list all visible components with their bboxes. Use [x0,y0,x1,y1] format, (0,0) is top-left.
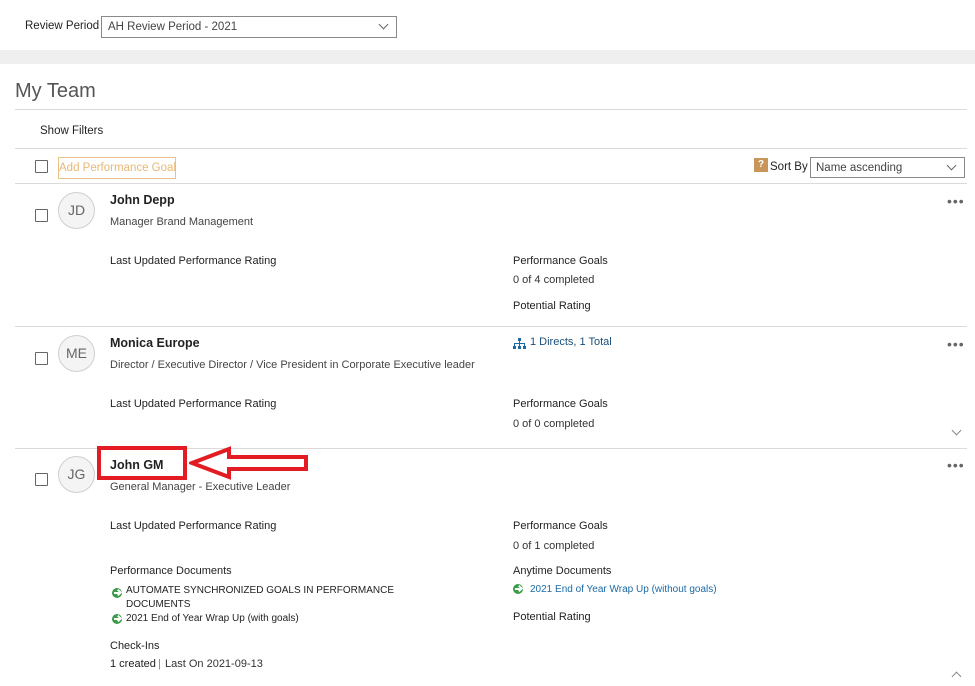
show-filters-link[interactable]: Show Filters [40,125,103,137]
review-period-label: Review Period [25,20,100,32]
performance-goals-value[interactable]: 0 of 4 completed [513,274,594,286]
performance-goals-value[interactable]: 0 of 1 completed [513,540,594,552]
sort-by-value: Name ascending [816,162,903,174]
last-rating-label: Last Updated Performance Rating [110,398,277,410]
org-chart-icon [513,338,526,349]
more-options-icon[interactable]: ••• [947,337,965,351]
avatar: JD [58,192,95,229]
performance-goals-label: Performance Goals [513,255,608,267]
member-name[interactable]: Monica Europe [110,336,200,350]
member-job-title: Manager Brand Management [110,216,254,228]
potential-rating-label: Potential Rating [513,611,591,623]
expand-chevron-icon[interactable] [951,425,962,436]
title-divider [15,109,967,110]
annotation-arrow-icon [189,446,308,480]
member-name[interactable]: John Depp [110,193,175,207]
sort-by-label: Sort By [770,161,808,173]
check-ins-count[interactable]: 1 created [110,658,156,670]
performance-goals-value[interactable]: 0 of 0 completed [513,418,594,430]
member-job-title: General Manager - Executive Leader [110,481,291,493]
chevron-down-icon [946,160,957,171]
member-checkbox[interactable] [35,473,48,486]
check-ins-separator: | [158,658,161,670]
highlight-box [97,446,187,480]
help-icon[interactable]: ? [754,158,768,172]
go-arrow-icon [112,588,122,598]
anytime-document-link[interactable]: 2021 End of Year Wrap Up (without goals) [530,583,717,597]
performance-document-link[interactable]: AUTOMATE SYNCHRONIZED GOALS IN PERFORMAN… [126,584,416,612]
filters-divider [15,148,967,149]
collapse-chevron-icon[interactable] [951,671,962,682]
performance-goals-label: Performance Goals [513,398,608,410]
page-title: My Team [15,80,96,102]
toolbar-divider [15,183,967,184]
check-ins-last-on: Last On 2021-09-13 [165,658,263,670]
more-options-icon[interactable]: ••• [947,194,965,208]
anytime-documents-label: Anytime Documents [513,565,612,577]
directs-link[interactable]: 1 Directs, 1 Total [530,336,612,348]
top-bar: Review Period AH Review Period - 2021 [0,0,975,50]
sort-by-select[interactable]: Name ascending [810,157,965,178]
avatar: ME [58,335,95,372]
row-divider [15,326,967,327]
last-rating-label: Last Updated Performance Rating [110,520,277,532]
more-options-icon[interactable]: ••• [947,458,965,472]
member-job-title: Director / Executive Director / Vice Pre… [110,359,475,371]
potential-rating-label: Potential Rating [513,300,591,312]
performance-goals-label: Performance Goals [513,520,608,532]
select-all-checkbox[interactable] [35,160,48,173]
member-checkbox[interactable] [35,209,48,222]
check-ins-label: Check-Ins [110,640,160,652]
member-checkbox[interactable] [35,352,48,365]
add-performance-goal-button[interactable]: Add Performance Goal [58,157,176,179]
review-period-value: AH Review Period - 2021 [108,21,238,33]
performance-document-link[interactable]: 2021 End of Year Wrap Up (with goals) [126,612,299,626]
go-arrow-icon [112,614,122,624]
review-period-select[interactable]: AH Review Period - 2021 [101,16,397,38]
section-divider-band [0,50,975,64]
go-arrow-icon [513,584,523,594]
performance-documents-label: Performance Documents [110,565,232,577]
avatar: JG [58,456,95,493]
chevron-down-icon [378,19,389,30]
last-rating-label: Last Updated Performance Rating [110,255,277,267]
